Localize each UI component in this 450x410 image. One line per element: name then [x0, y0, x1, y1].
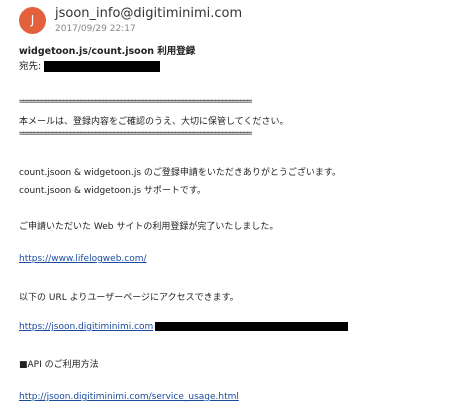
user-link-redaction: [155, 322, 349, 331]
usage-link-row: http://jsoon.digitiminimi.com/service_us…: [19, 392, 239, 402]
notice-text: 本メールは、登録内容をご確認のうえ、大切に保管してください。: [19, 117, 289, 127]
thanks-text: count.jsoon & widgetoon.js のご登録申請をいただきあり…: [19, 168, 341, 178]
complete-text: ご申請いただいた Web サイトの利用登録が完了いたしました。: [19, 222, 279, 232]
service-usage-link[interactable]: http://jsoon.digitiminimi.com/service_us…: [19, 392, 239, 402]
sent-date: 2017/09/29 22:17: [55, 24, 136, 34]
recipient-redaction: [44, 61, 161, 72]
user-link-row: https://jsoon.digitiminimi.com: [19, 322, 349, 332]
sender-avatar[interactable]: J: [19, 7, 46, 34]
access-text: 以下の URL よりユーザーページにアクセスできます。: [19, 293, 239, 303]
email-subject: widgetoon.js/count.jsoon 利用登録: [19, 46, 196, 57]
user-page-link[interactable]: https://jsoon.digitiminimi.com: [19, 322, 153, 332]
recipient-row: 宛先:: [19, 58, 161, 72]
sender-email[interactable]: jsoon_info@digitiminimi.com: [55, 6, 242, 21]
separator-rule-top: ========================================…: [19, 97, 252, 107]
site-link[interactable]: https://www.lifelogweb.com/: [19, 254, 147, 264]
support-text: count.jsoon & widgetoon.js サポートです。: [19, 186, 206, 196]
api-heading: ■API のご利用方法: [19, 360, 99, 370]
site-link-row: https://www.lifelogweb.com/: [19, 254, 147, 264]
to-label: 宛先:: [19, 61, 42, 72]
separator-rule-bottom: ========================================…: [19, 129, 252, 139]
